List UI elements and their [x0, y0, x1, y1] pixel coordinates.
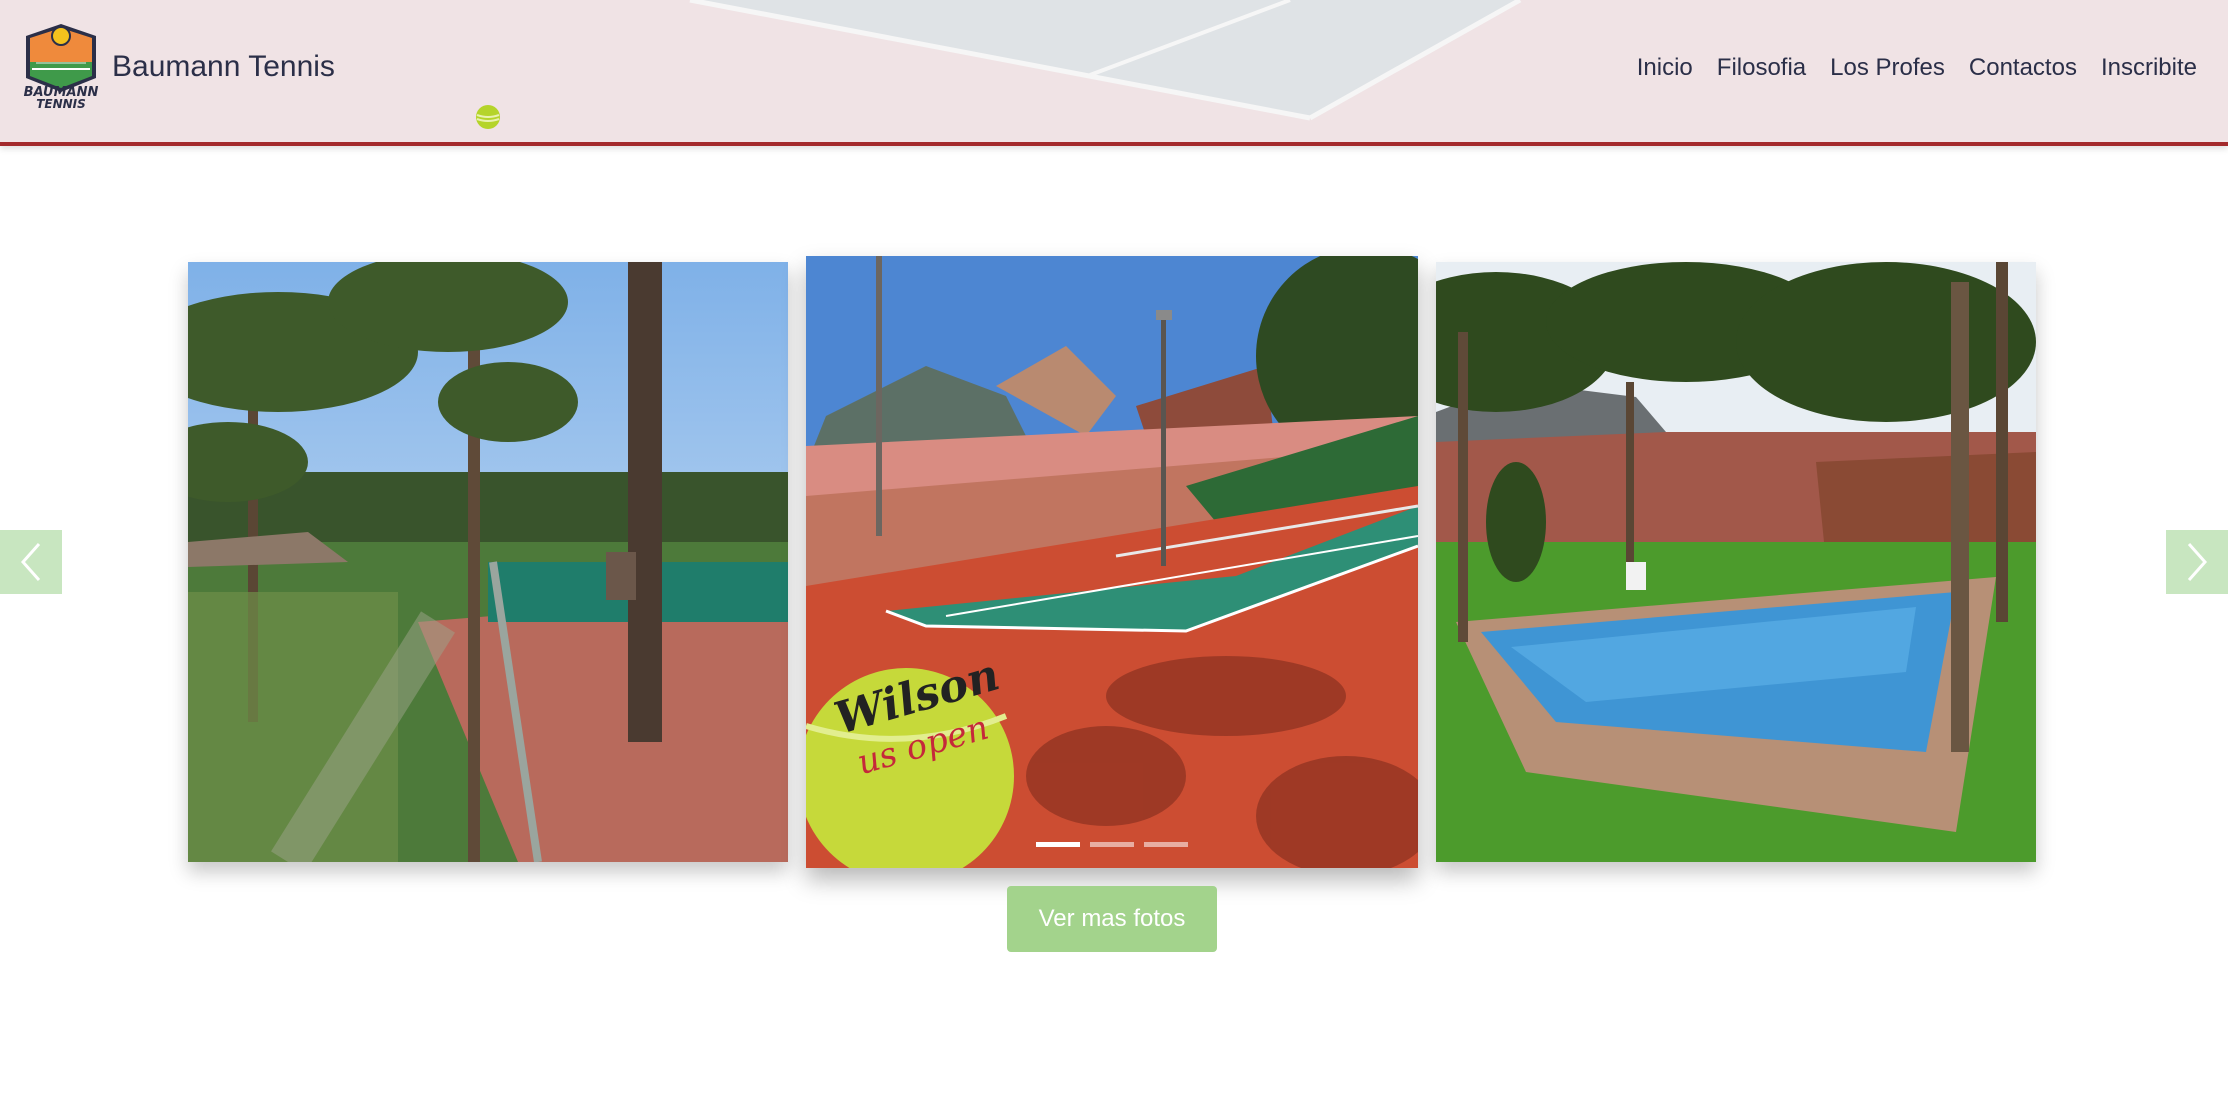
chevron-right-icon: [2187, 543, 2208, 581]
carousel-indicators: [1036, 842, 1188, 847]
nav-link-inicio[interactable]: Inicio: [1637, 54, 1693, 82]
chevron-left-icon: [20, 543, 41, 581]
nav-links: Inicio Filosofia Los Profes Contactos In…: [1613, 54, 2197, 82]
brand-name[interactable]: Baumann Tennis: [112, 50, 335, 84]
carousel-next-button[interactable]: [2166, 530, 2228, 594]
logo-text-bottom: TENNIS: [36, 97, 86, 111]
pool-photo: [1436, 262, 2036, 862]
carousel-indicator-1[interactable]: [1036, 842, 1080, 847]
carousel-slide-tennis-court[interactable]: Wilson us open: [806, 256, 1418, 868]
navbar: BAUMANN TENNIS Baumann Tennis Inicio Fil…: [0, 0, 2228, 146]
baumann-tennis-logo[interactable]: BAUMANN TENNIS: [22, 22, 100, 112]
nav-link-filosofia[interactable]: Filosofia: [1717, 54, 1806, 82]
nav-link-contactos[interactable]: Contactos: [1969, 54, 2077, 82]
tennis-court-photo: Wilson us open: [806, 256, 1418, 868]
carousel-slide-palm-court[interactable]: [188, 262, 788, 862]
tennis-ball-icon: [476, 105, 500, 129]
see-more-photos-button[interactable]: Ver mas fotos: [1007, 886, 1217, 952]
nav-link-los-profes[interactable]: Los Profes: [1830, 54, 1945, 82]
carousel-indicator-3[interactable]: [1144, 842, 1188, 847]
carousel-indicator-2[interactable]: [1090, 842, 1134, 847]
carousel-prev-button[interactable]: [0, 530, 62, 594]
nav-link-inscribite[interactable]: Inscribite: [2101, 54, 2197, 82]
palm-court-photo: [188, 262, 788, 862]
carousel-slide-pool[interactable]: [1436, 262, 2036, 862]
